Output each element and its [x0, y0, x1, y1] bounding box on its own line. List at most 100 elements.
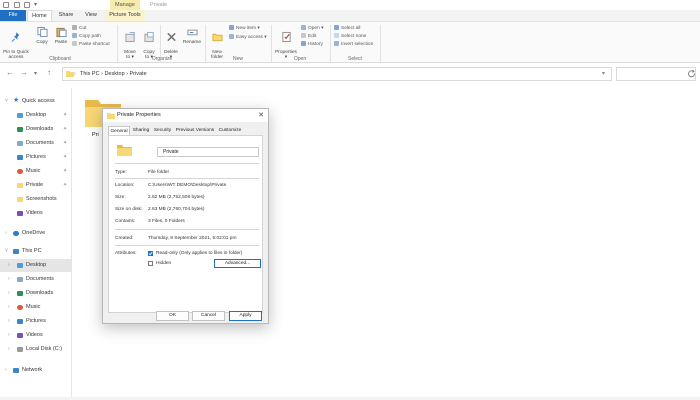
nav-item-pc-downloads[interactable]: › Downloads: [0, 287, 72, 300]
nav-item-pc-videos[interactable]: › Videos: [0, 329, 72, 342]
hidden-checkbox[interactable]: [148, 261, 153, 266]
new-folder-icon[interactable]: [24, 2, 30, 8]
hidden-label[interactable]: Hidden: [156, 261, 171, 266]
nav-item-network[interactable]: › Network: [0, 364, 72, 377]
nav-item-screenshots[interactable]: Screenshots: [0, 193, 72, 206]
copy-button[interactable]: Copy: [34, 26, 50, 45]
folder-label[interactable]: Pri: [92, 132, 99, 138]
nav-item-pc-documents[interactable]: › Documents: [0, 273, 72, 286]
created-value: Thursday, 9 September 2021, 5:02:01 pm: [148, 236, 237, 241]
move-to-button[interactable]: Move to ▾: [122, 26, 138, 60]
chevron-right-icon[interactable]: ›: [8, 315, 10, 328]
refresh-icon[interactable]: [688, 70, 696, 78]
tab-view[interactable]: View: [80, 10, 102, 21]
chevron-right-icon[interactable]: ›: [8, 287, 10, 300]
cancel-button[interactable]: Cancel: [192, 311, 225, 321]
chevron-right-icon[interactable]: ›: [8, 273, 10, 286]
chevron-right-icon[interactable]: ›: [5, 227, 7, 240]
nav-item-pc-music[interactable]: › Music: [0, 301, 72, 314]
readonly-label[interactable]: Read-only (Only applies to files in fold…: [156, 251, 242, 256]
nav-item-downloads[interactable]: Downloads ✦: [0, 123, 72, 136]
copy-path-button[interactable]: Copy path: [72, 33, 101, 40]
pin-icon[interactable]: ✦: [63, 137, 67, 150]
videos-icon: [17, 211, 23, 216]
nav-item-private[interactable]: Private ✦: [0, 179, 72, 192]
history-button[interactable]: History: [301, 41, 323, 48]
chevron-right-icon[interactable]: ›: [8, 329, 10, 342]
easy-access-button[interactable]: Easy access ▾: [229, 34, 267, 41]
chevron-down-icon[interactable]: ˅: [5, 245, 8, 258]
properties-button[interactable]: Properties ▾: [273, 26, 299, 60]
pin-icon[interactable]: ✦: [63, 151, 67, 164]
chevron-right-icon[interactable]: ›: [8, 343, 10, 356]
folder-name-input[interactable]: Private: [157, 147, 259, 157]
select-all-button[interactable]: Select all: [334, 25, 360, 32]
chevron-right-icon[interactable]: ›: [8, 301, 10, 314]
folder-icon[interactable]: [3, 2, 9, 8]
forward-arrow-icon[interactable]: →: [20, 68, 28, 77]
new-folder-button[interactable]: New folder: [208, 26, 226, 60]
back-arrow-icon[interactable]: ←: [6, 68, 14, 77]
readonly-checkbox[interactable]: [148, 251, 153, 256]
tab-home[interactable]: Home: [27, 10, 52, 21]
breadcrumb[interactable]: This PC › Desktop › Private: [80, 69, 147, 79]
nav-item-quick-access[interactable]: ˅ ★ Quick access: [0, 95, 72, 108]
nav-item-pc-desktop[interactable]: › Desktop: [0, 259, 72, 272]
up-arrow-icon[interactable]: ↑: [47, 68, 51, 77]
tab-customize[interactable]: Customize: [217, 126, 243, 135]
pin-icon[interactable]: ✦: [63, 123, 67, 136]
nav-item-pc-pictures[interactable]: › Pictures: [0, 315, 72, 328]
select-none-button[interactable]: Select none: [334, 33, 366, 40]
nav-item-onedrive[interactable]: › OneDrive: [0, 227, 72, 240]
pin-icon[interactable]: ✦: [63, 109, 67, 122]
pin-to-quick-access-button[interactable]: Pin to Quick access: [3, 26, 29, 60]
edit-button[interactable]: Edit: [301, 33, 316, 40]
delete-button[interactable]: Delete ▾: [162, 26, 180, 60]
tab-manage[interactable]: Manage: [110, 0, 140, 10]
properties-icon[interactable]: [14, 2, 20, 8]
tab-previous-versions[interactable]: Previous Versions: [174, 126, 216, 135]
nav-item-music[interactable]: Music ✦: [0, 165, 72, 178]
close-icon[interactable]: ✕: [255, 109, 267, 122]
search-input[interactable]: [616, 67, 696, 81]
invert-selection-button[interactable]: Invert selection: [334, 41, 373, 48]
ok-button[interactable]: OK: [156, 311, 189, 321]
rename-button[interactable]: Rename: [181, 26, 203, 45]
group-label-clipboard: Clipboard: [49, 56, 71, 62]
ribbon: Pin to Quick access Copy Paste Cut Copy …: [0, 21, 700, 63]
nav-item-documents[interactable]: Documents ✦: [0, 137, 72, 150]
open-button[interactable]: Open ▾: [301, 25, 323, 32]
new-item-button[interactable]: New item ▾: [229, 25, 260, 32]
address-dropdown-icon[interactable]: ▾: [602, 69, 605, 79]
tab-picture-tools[interactable]: Picture Tools: [105, 10, 145, 21]
copy-to-button[interactable]: Copy to ▾: [141, 26, 157, 60]
folder-icon: [17, 197, 23, 202]
tab-security[interactable]: Security: [152, 126, 173, 135]
pin-icon[interactable]: ✦: [63, 179, 67, 192]
nav-item-local-disk[interactable]: › Local Disk (C:): [0, 343, 72, 356]
chevron-right-icon[interactable]: ›: [5, 364, 7, 377]
music-icon: [17, 169, 23, 174]
dialog-title-bar[interactable]: Private Properties ✕: [103, 109, 268, 122]
chevron-right-icon[interactable]: ›: [8, 259, 10, 272]
delete-x-icon: [166, 32, 176, 42]
nav-item-videos[interactable]: Videos: [0, 207, 72, 220]
nav-item-pictures[interactable]: Pictures ✦: [0, 151, 72, 164]
tab-share[interactable]: Share: [54, 10, 78, 21]
recent-locations-chevron-icon[interactable]: ▾: [34, 70, 37, 77]
paste-shortcut-button[interactable]: Paste shortcut: [72, 41, 110, 48]
nav-item-desktop[interactable]: Desktop ✦: [0, 109, 72, 122]
chevron-down-icon[interactable]: ▾: [34, 1, 37, 8]
chevron-down-icon[interactable]: ˅: [5, 95, 8, 108]
tab-file[interactable]: File: [0, 10, 26, 21]
apply-button[interactable]: Apply: [229, 311, 262, 321]
tab-sharing[interactable]: Sharing: [131, 126, 151, 135]
advanced-button[interactable]: Advanced...: [214, 259, 261, 268]
paste-button[interactable]: Paste: [53, 26, 69, 45]
folder-icon: [66, 71, 74, 77]
pin-icon[interactable]: ✦: [63, 165, 67, 178]
invert-selection-icon: [334, 41, 339, 46]
open-icon: [301, 25, 306, 30]
cut-button[interactable]: Cut: [72, 25, 86, 32]
nav-item-this-pc[interactable]: ˅ This PC: [0, 245, 72, 258]
